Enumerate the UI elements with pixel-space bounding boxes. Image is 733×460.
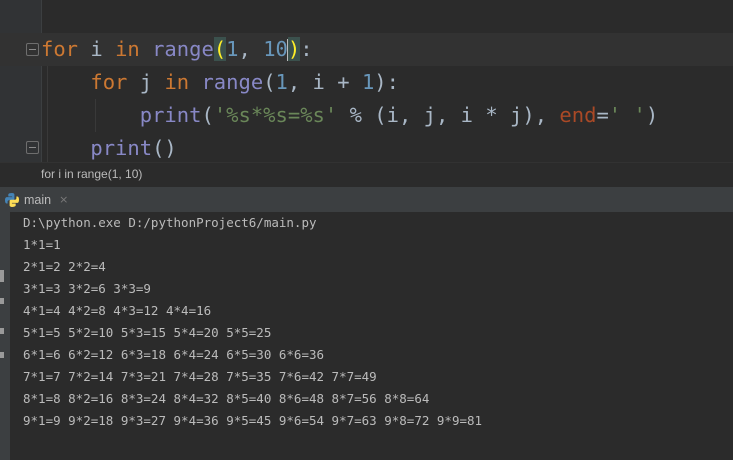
- console-toolbar-strip: [0, 212, 10, 460]
- rerun-icon[interactable]: [0, 270, 4, 282]
- code-editor[interactable]: for i in range(1, 10): for j in range(1,…: [0, 0, 733, 162]
- builtin-range: range: [201, 70, 264, 94]
- keyword-for: for: [41, 37, 79, 61]
- keyword-in: in: [164, 70, 190, 94]
- run-console[interactable]: D:\python.exe D:/pythonProject6/main.py …: [0, 212, 733, 460]
- stop-icon[interactable]: [0, 298, 4, 304]
- number-literal: 1: [275, 70, 288, 94]
- console-tool-icon[interactable]: [0, 328, 4, 334]
- console-output-line: 6*1=6 6*2=12 6*3=18 6*4=24 6*5=30 6*6=36: [23, 347, 325, 362]
- string-literal: ' ': [608, 103, 646, 127]
- builtin-print: print: [90, 136, 153, 160]
- console-output-line: 4*1=4 4*2=8 4*3=12 4*4=16: [23, 303, 212, 318]
- console-output-line: 2*1=2 2*2=4: [23, 259, 106, 274]
- code-line-4[interactable]: print(): [41, 132, 176, 162]
- console-output-line: 1*1=1: [23, 237, 61, 252]
- close-icon[interactable]: ×: [59, 193, 68, 206]
- python-icon: [5, 192, 19, 207]
- code-line-3[interactable]: print('%s*%s=%s' % (i, j, i * j), end=' …: [41, 99, 658, 132]
- console-output-line: 5*1=5 5*2=10 5*3=15 5*4=20 5*5=25: [23, 325, 272, 340]
- breadcrumb-item[interactable]: for i in range(1, 10): [41, 167, 142, 181]
- number-literal: 1: [361, 70, 375, 94]
- code-line-1[interactable]: for i in range(1, 10):: [41, 33, 313, 66]
- builtin-range: range: [152, 37, 214, 61]
- editor-gutter: [0, 0, 41, 162]
- code-line-2[interactable]: for j in range(1, i + 1):: [41, 66, 399, 99]
- number-literal: 1: [226, 37, 239, 61]
- console-output-line: 8*1=8 8*2=16 8*3=24 8*4=32 8*5=40 8*6=48…: [23, 391, 430, 406]
- keyword-argument: end: [559, 103, 597, 127]
- builtin-print: print: [139, 103, 202, 127]
- matched-paren: (: [213, 37, 227, 61]
- fold-marker-icon[interactable]: [26, 43, 39, 56]
- string-literal: '%s*%s=%s': [213, 103, 338, 127]
- keyword-for: for: [90, 70, 128, 94]
- matched-paren: ): [287, 37, 301, 61]
- run-tab-main[interactable]: main ×: [0, 187, 77, 214]
- editor-breadcrumb[interactable]: for i in range(1, 10): [0, 162, 733, 187]
- console-output-line: 9*1=9 9*2=18 9*3=27 9*4=36 9*5=45 9*6=54…: [23, 413, 483, 428]
- console-output-line: 3*1=3 3*2=6 3*3=9: [23, 281, 151, 296]
- code-text: i: [78, 37, 116, 61]
- console-output-line: 7*1=7 7*2=14 7*3=21 7*4=28 7*5=35 7*6=42…: [23, 369, 377, 384]
- console-tool-icon[interactable]: [0, 352, 4, 358]
- run-tool-window-tabbar: main ×: [0, 187, 733, 214]
- run-tab-label: main: [24, 192, 52, 207]
- keyword-in: in: [115, 37, 140, 61]
- fold-end-marker-icon[interactable]: [26, 141, 39, 154]
- console-command-line: D:\python.exe D:/pythonProject6/main.py: [23, 215, 317, 230]
- number-literal: 1: [263, 37, 276, 61]
